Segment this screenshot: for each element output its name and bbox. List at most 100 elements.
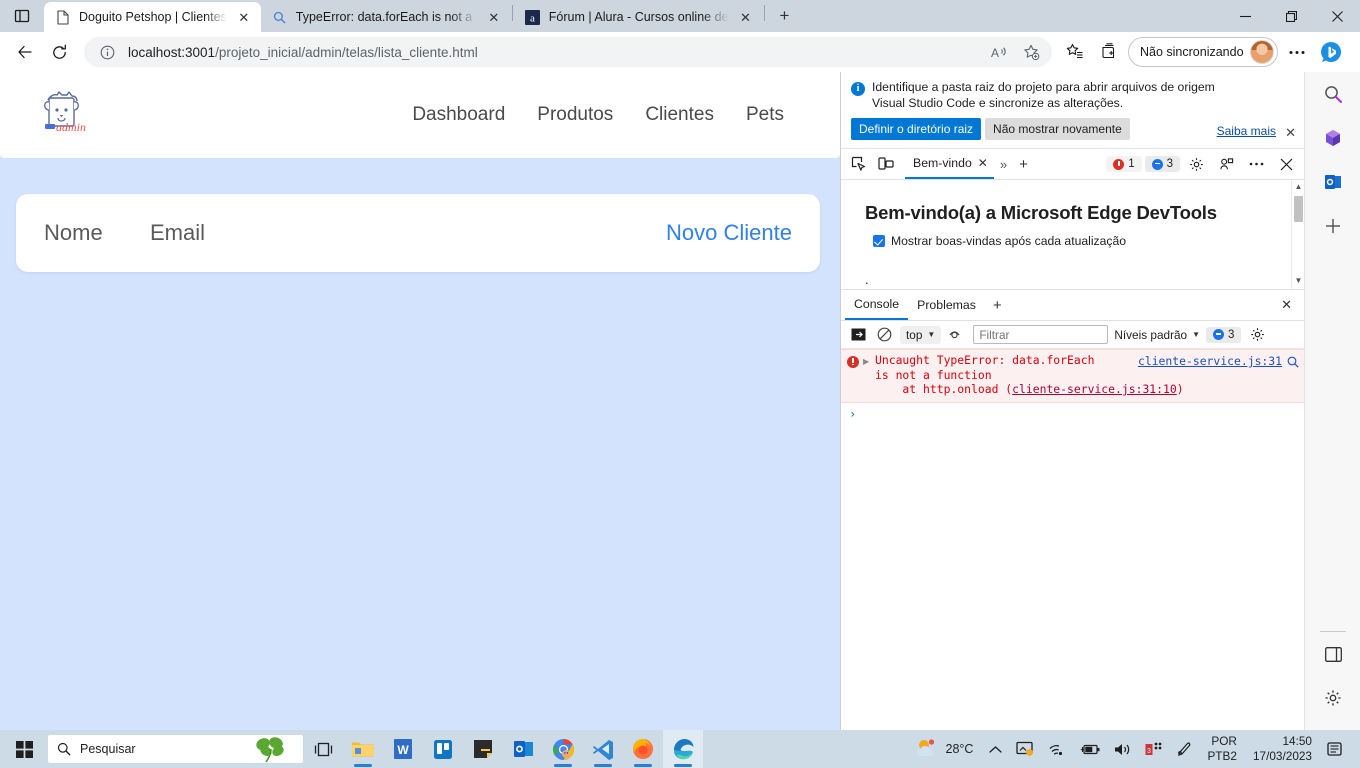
devtools-tab-bem-vindo[interactable]: Bem-vindo ✕	[905, 149, 994, 179]
live-expression-icon[interactable]	[947, 325, 967, 345]
back-button[interactable]	[8, 35, 42, 69]
browser-tab-3[interactable]: a Fórum | Alura - Cursos online de ✕	[514, 2, 763, 32]
file-explorer-button[interactable]	[343, 730, 383, 768]
address-bar[interactable]: localhost:3001/projeto_inicial/admin/tel…	[84, 37, 1052, 67]
profile-button[interactable]: Não sincronizando	[1128, 37, 1278, 67]
settings-more-button[interactable]	[1280, 35, 1314, 69]
error-stack-link[interactable]: cliente-service.js:31:10	[1012, 382, 1177, 396]
nav-link-pets[interactable]: Pets	[746, 104, 784, 126]
banner-close-icon[interactable]: ✕	[1285, 126, 1296, 139]
console-error-source-link[interactable]: cliente-service.js:31	[1138, 354, 1282, 368]
tab-search-button[interactable]	[0, 0, 44, 32]
taskbar-search-box[interactable]: Pesquisar	[48, 735, 303, 763]
sidebar-add-icon[interactable]	[1305, 204, 1360, 248]
wifi-icon[interactable]	[1042, 730, 1072, 768]
doguito-logo[interactable]: admin	[34, 86, 92, 144]
pen-menu-icon[interactable]	[1170, 730, 1198, 768]
customize-icon[interactable]	[1213, 151, 1240, 177]
reload-button[interactable]	[42, 35, 76, 69]
drawer-close-icon[interactable]: ✕	[1273, 297, 1300, 313]
welcome-scrollbar[interactable]: ▲ ▼	[1291, 180, 1304, 289]
tab-problemas[interactable]: Problemas	[908, 290, 985, 320]
console-message-count-badge[interactable]: 3	[1206, 326, 1242, 343]
notification-center-icon[interactable]	[1321, 730, 1350, 768]
console-filter-input[interactable]	[973, 325, 1109, 344]
weather-widget[interactable]: 28°C	[907, 738, 982, 760]
volume-icon[interactable]	[1108, 730, 1137, 768]
novo-cliente-link[interactable]: Novo Cliente	[666, 220, 792, 246]
sidebar-office-icon[interactable]	[1305, 116, 1360, 160]
console-error-message[interactable]: ▶ Uncaught TypeError: data.forEach is no…	[841, 349, 1304, 403]
more-tabs-icon[interactable]: »	[994, 157, 1013, 172]
drawer-add-button[interactable]: +	[985, 297, 1010, 314]
clock[interactable]: 14:50 17/03/2023	[1246, 734, 1319, 764]
sticky-notes-button[interactable]	[463, 730, 503, 768]
console-prompt[interactable]: ›	[841, 403, 1304, 421]
inspect-element-icon[interactable]	[845, 151, 872, 177]
tab-close-button[interactable]: ✕	[737, 8, 755, 26]
devtools-tab-close-icon[interactable]: ✕	[978, 156, 988, 170]
app-updates-icon[interactable]: 3	[1139, 730, 1168, 768]
sidebar-outlook-icon[interactable]	[1305, 160, 1360, 204]
console-levels-selector[interactable]: Níveis padrão ▼	[1114, 328, 1200, 342]
add-tool-button[interactable]: +	[1013, 156, 1034, 173]
word-button[interactable]: W	[383, 730, 423, 768]
new-tab-button[interactable]: +	[770, 2, 800, 30]
scroll-down-icon[interactable]: ▼	[1292, 274, 1304, 287]
onedrive-sync-icon[interactable]	[1010, 730, 1040, 768]
saiba-mais-link[interactable]: Saiba mais	[1217, 124, 1276, 138]
devtools-close-icon[interactable]	[1273, 151, 1300, 177]
devtools-more-icon[interactable]	[1243, 151, 1270, 177]
add-favorite-icon[interactable]	[1016, 37, 1046, 67]
browser-tab-2[interactable]: TypeError: data.forEach is not a f... ✕	[261, 2, 511, 32]
language-indicator[interactable]: POR PTB2	[1200, 734, 1244, 764]
chrome-button[interactable]	[543, 730, 583, 768]
error-count-badge[interactable]: 1	[1106, 156, 1142, 172]
close-button[interactable]	[1314, 0, 1360, 32]
nao-mostrar-novamente-button[interactable]: Não mostrar novamente	[985, 118, 1130, 140]
favorites-button[interactable]	[1058, 35, 1092, 69]
bing-copilot-button[interactable]	[1314, 35, 1348, 69]
console-sidebar-icon[interactable]	[848, 325, 868, 345]
vscode-button[interactable]	[583, 730, 623, 768]
sidebar-settings-gear-icon[interactable]	[1305, 676, 1360, 720]
devtools-tab-label: Bem-vindo	[913, 156, 972, 170]
site-info-icon[interactable]	[92, 37, 122, 67]
tab-close-button[interactable]: ✕	[485, 8, 503, 26]
scrollbar-thumb[interactable]	[1294, 196, 1303, 222]
definir-diretorio-raiz-button[interactable]: Definir o diretório raiz	[851, 118, 982, 140]
browser-tab-1[interactable]: Doguito Petshop | Clientes ✕	[44, 2, 261, 32]
edge-button[interactable]	[663, 730, 703, 768]
tab-console[interactable]: Console	[845, 290, 909, 320]
welcome-checkbox-row[interactable]: Mostrar boas-vindas após cada atualizaçã…	[841, 224, 1304, 248]
gear-icon[interactable]	[1183, 151, 1210, 177]
expand-triangle-icon[interactable]: ▶	[863, 357, 871, 397]
device-toolbar-icon[interactable]	[872, 151, 899, 177]
nav-link-dashboard[interactable]: Dashboard	[412, 104, 505, 126]
battery-icon[interactable]	[1074, 730, 1106, 768]
sidebar-toggle-pane-icon[interactable]	[1305, 632, 1360, 676]
collections-button[interactable]	[1092, 35, 1126, 69]
console-output[interactable]: ▶ Uncaught TypeError: data.forEach is no…	[841, 349, 1304, 730]
favorites-icon	[1066, 43, 1083, 59]
tab-close-button[interactable]: ✕	[235, 8, 253, 26]
clear-console-icon[interactable]	[874, 325, 894, 345]
show-hidden-icons-button[interactable]	[983, 730, 1008, 768]
sidebar-search-icon[interactable]	[1305, 72, 1360, 116]
start-button[interactable]	[6, 731, 42, 767]
outlook-button[interactable]	[503, 730, 543, 768]
search-icon[interactable]	[1287, 355, 1299, 373]
minimize-button[interactable]	[1222, 0, 1268, 32]
nav-link-clientes[interactable]: Clientes	[645, 104, 714, 126]
console-settings-gear-icon[interactable]	[1247, 325, 1267, 345]
task-view-button[interactable]	[303, 730, 343, 768]
nav-link-produtos[interactable]: Produtos	[537, 104, 613, 126]
firefox-button[interactable]	[623, 730, 663, 768]
read-aloud-icon[interactable]: A	[984, 37, 1014, 67]
restore-button[interactable]	[1268, 0, 1314, 32]
welcome-checkbox[interactable]	[873, 235, 885, 247]
console-context-selector[interactable]: top ▼	[900, 325, 942, 344]
trello-button[interactable]	[423, 730, 463, 768]
message-count-badge[interactable]: 3	[1144, 156, 1180, 172]
scroll-up-icon[interactable]: ▲	[1292, 180, 1304, 193]
